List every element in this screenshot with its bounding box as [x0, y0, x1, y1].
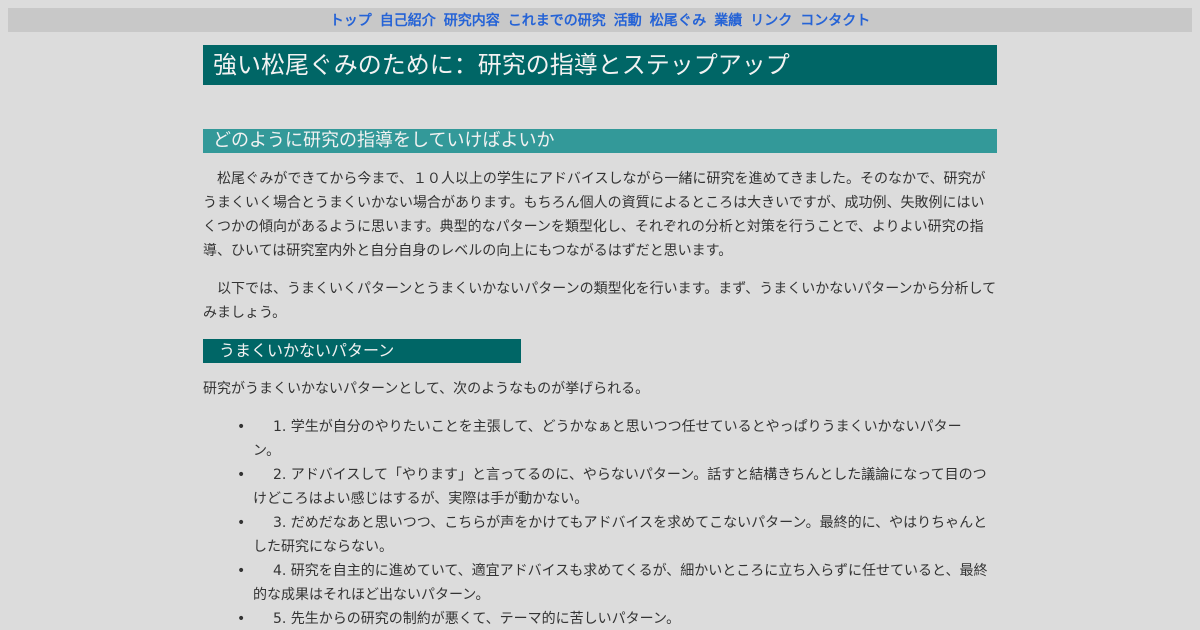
list-item: 2. アドバイスして「やります」と言ってるのに、やらないパターン。話すと結構きち… — [237, 463, 988, 511]
list-item: 3. だめだなあと思いつつ、こちらが声をかけてもアドバイスを求めてこないパターン… — [237, 511, 988, 559]
failure-patterns-intro: 研究がうまくいかないパターンとして、次のようなものが挙げられる。 — [203, 381, 650, 397]
section-heading-failure-patterns: うまくいかないパターン — [203, 339, 521, 363]
nav-link-past-research[interactable]: これまでの研究 — [508, 10, 606, 30]
list-item: 4. 研究を自主的に進めていて、適宜アドバイスも求めてくるが、細かいところに立ち… — [237, 559, 988, 607]
section-heading-guidance: どのように研究の指導をしていけばよいか — [203, 129, 997, 153]
overview-paragraph: 以下では、うまくいくパターンとうまくいかないパターンの類型化を行います。まず、う… — [203, 281, 997, 321]
main-content: 強い松尾ぐみのために：研究の指導とステップアップ どのように研究の指導をしていけ… — [203, 45, 997, 630]
nav-link-contact[interactable]: コンタクト — [800, 10, 870, 30]
intro-paragraph: 松尾ぐみができてから今まで、１０人以上の学生にアドバイスしながら一緒に研究を進め… — [203, 171, 986, 259]
nav-link-publications[interactable]: 業績 — [714, 10, 742, 30]
nav-link-profile[interactable]: 自己紹介 — [380, 10, 436, 30]
nav-link-activities[interactable]: 活動 — [614, 10, 642, 30]
page-title: 強い松尾ぐみのために：研究の指導とステップアップ — [203, 45, 997, 85]
nav-link-matsuo-group[interactable]: 松尾ぐみ — [650, 10, 706, 30]
nav-link-links[interactable]: リンク — [750, 10, 792, 30]
top-navigation: トップ 自己紹介 研究内容 これまでの研究 活動 松尾ぐみ 業績 リンク コンタ… — [8, 8, 1192, 32]
failure-patterns-list: 1. 学生が自分のやりたいことを主張して、どうかなぁと思いつつ任せているとやっぱ… — [237, 415, 988, 630]
list-item: 1. 学生が自分のやりたいことを主張して、どうかなぁと思いつつ任せているとやっぱ… — [237, 415, 988, 463]
nav-link-research[interactable]: 研究内容 — [444, 10, 500, 30]
nav-link-top[interactable]: トップ — [330, 10, 372, 30]
list-item: 5. 先生からの研究の制約が悪くて、テーマ的に苦しいパターン。 — [237, 607, 988, 630]
